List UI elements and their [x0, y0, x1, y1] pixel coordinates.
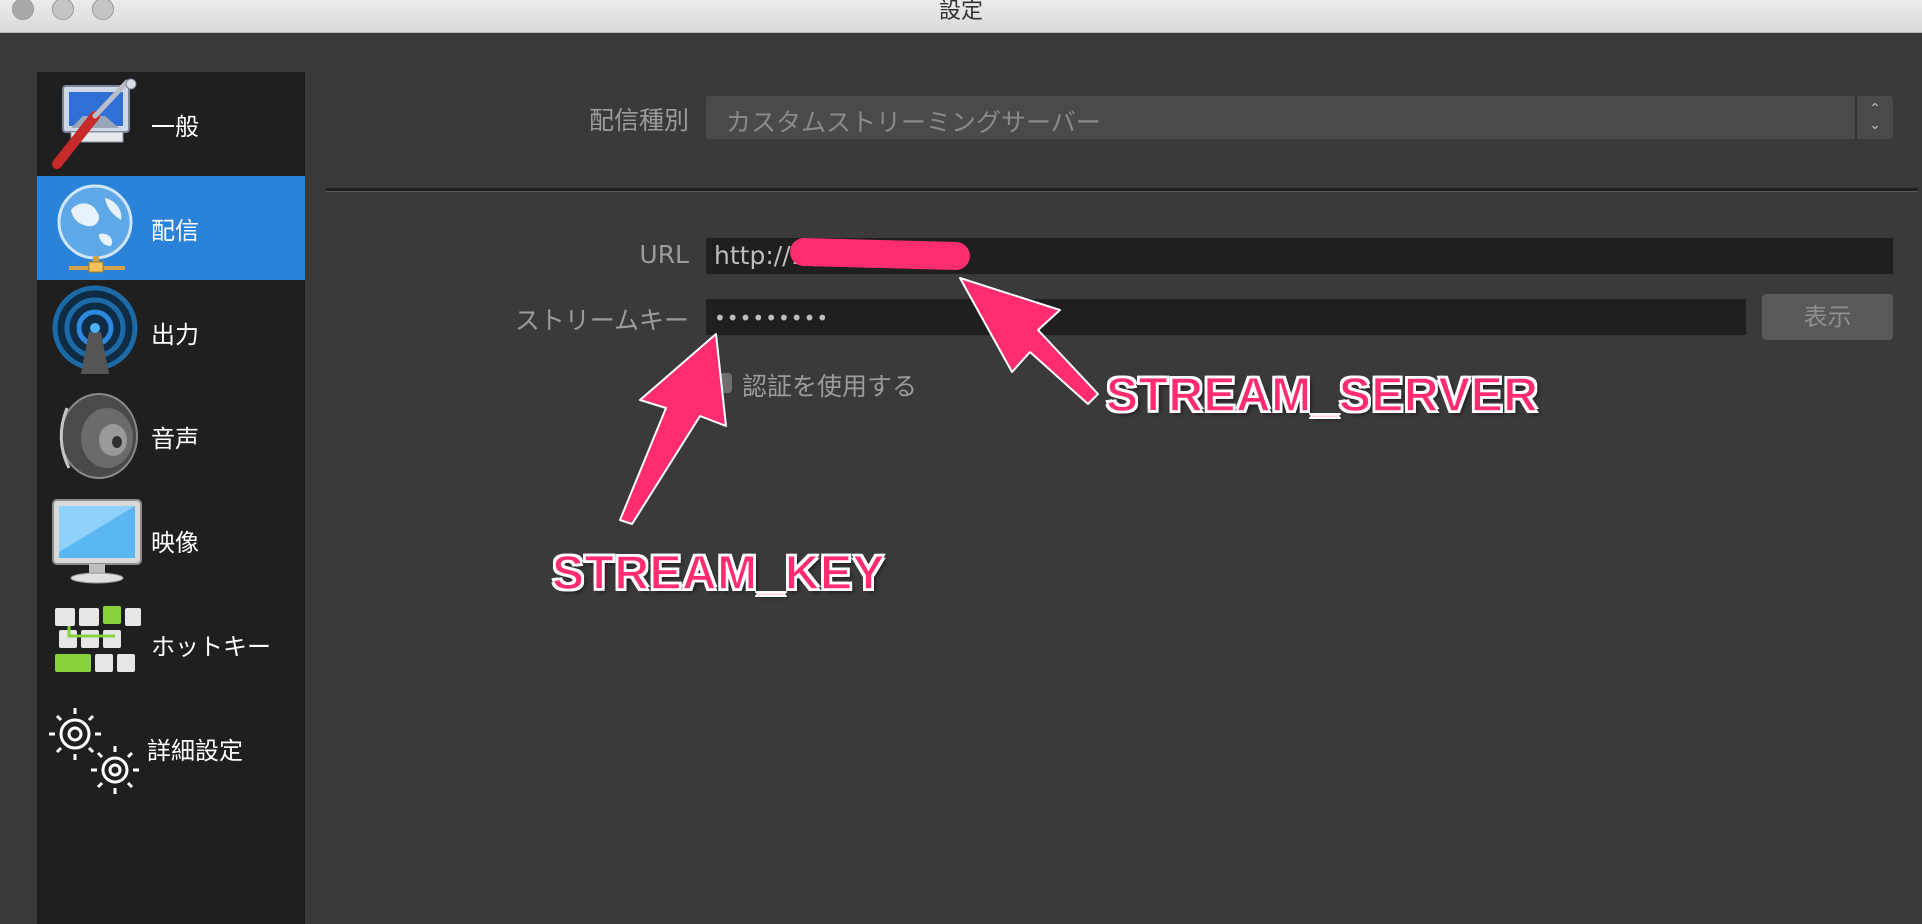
broadcast-antenna-icon	[49, 284, 145, 380]
sidebar-item-stream[interactable]: 配信	[37, 176, 305, 280]
service-type-value: カスタムストリーミングサーバー	[726, 108, 1101, 137]
show-key-button[interactable]: 表示	[1762, 294, 1893, 340]
window-title: 設定	[938, 0, 983, 24]
service-type-select[interactable]: カスタムストリーミングサーバー ⌃ ⌃	[706, 96, 1893, 139]
key-arrow	[619, 333, 727, 525]
sidebar-item-video[interactable]: 映像	[37, 488, 305, 592]
gears-icon	[45, 700, 141, 796]
globe-network-icon	[49, 180, 145, 276]
monitor-icon	[49, 492, 145, 588]
chevron-up-down-icon: ⌃ ⌃	[1855, 96, 1893, 139]
stream-key-input[interactable]: •••••••••	[706, 299, 1746, 335]
sidebar-item-advanced[interactable]: 詳細設定	[37, 696, 305, 800]
stream-key-label: ストリームキー	[514, 306, 689, 335]
sidebar-item-label: 音声	[151, 424, 199, 453]
stream-key-value: •••••••••	[714, 306, 830, 330]
sidebar-item-general[interactable]: 一般	[37, 72, 305, 176]
sidebar-item-audio[interactable]: 音声	[37, 384, 305, 488]
speaker-icon	[49, 388, 145, 484]
sidebar-item-output[interactable]: 出力	[37, 280, 305, 384]
sidebar-item-label: 配信	[151, 216, 199, 245]
url-label: URL	[639, 240, 689, 269]
sidebar-item-label: 一般	[151, 112, 199, 141]
sidebar-item-label: 詳細設定	[147, 736, 243, 765]
general-settings-icon	[49, 76, 145, 172]
redaction-mark	[789, 237, 971, 271]
sidebar-item-hotkeys[interactable]: ホットキー	[37, 592, 305, 696]
service-type-label: 配信種別	[588, 106, 689, 135]
use-auth-checkbox[interactable]	[712, 373, 732, 393]
settings-sidebar: 一般 配信 出力 音声 映像 ホットキー 詳細設定	[37, 72, 305, 924]
keyboard-icon	[49, 596, 145, 692]
sidebar-item-label: ホットキー	[151, 632, 271, 661]
use-auth-label: 認証を使用する	[742, 372, 918, 401]
sidebar-item-label: 出力	[151, 320, 199, 349]
server-arrow	[959, 277, 1099, 405]
sidebar-item-label: 映像	[151, 528, 199, 557]
section-divider	[326, 188, 1918, 192]
window-titlebar: 設定	[0, 0, 1922, 33]
stream-server-annotation: STREAM_SERVER	[1105, 368, 1539, 423]
stream-key-annotation: STREAM_KEY	[551, 546, 886, 601]
